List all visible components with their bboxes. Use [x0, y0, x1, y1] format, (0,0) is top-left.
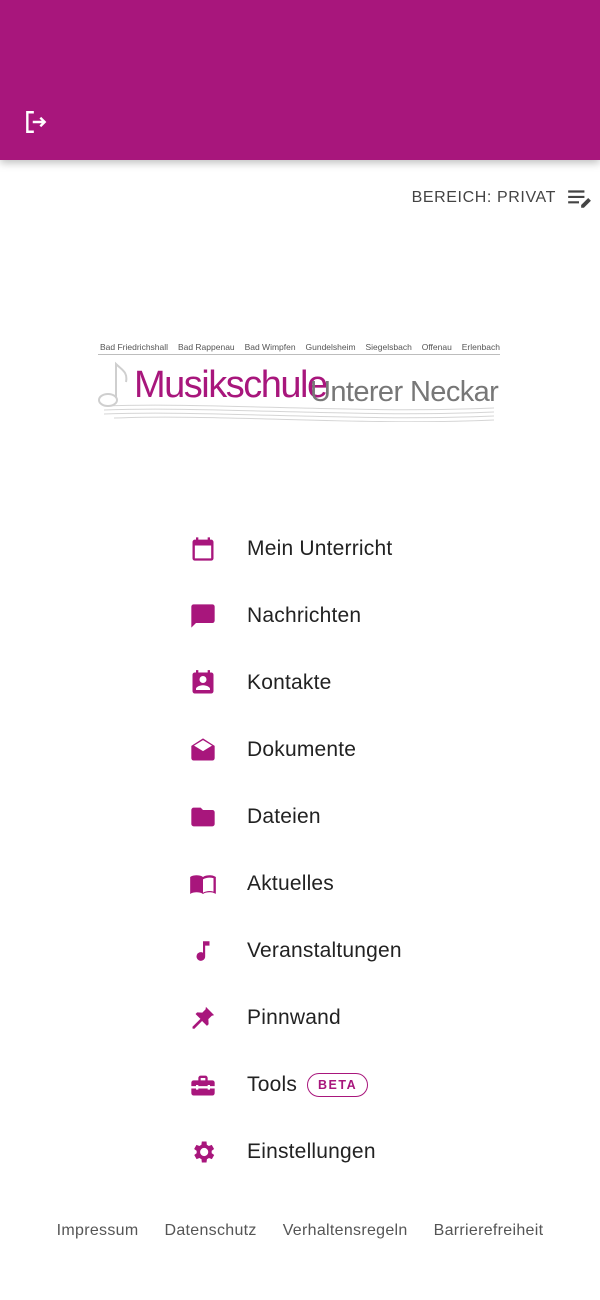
datenschutz-link[interactable]: Datenschutz: [164, 1222, 256, 1240]
menu-item-dokumente[interactable]: Dokumente: [180, 716, 500, 783]
logo-town: Offenau: [421, 342, 452, 352]
menu-label: Einstellungen: [247, 1139, 376, 1163]
folder-icon: [180, 794, 226, 840]
logo-town: Gundelsheim: [305, 342, 356, 352]
menu-label: Aktuelles: [247, 871, 335, 895]
menu-item-nachrichten[interactable]: Nachrichten: [180, 582, 500, 649]
menu-item-kontakte[interactable]: Kontakte: [180, 649, 500, 716]
calendar-icon: [180, 526, 226, 572]
logo-towns: Bad Friedrichshall Bad Rappenau Bad Wimp…: [100, 342, 500, 352]
music-note-logo-icon: [98, 361, 128, 407]
menu-item-aktuelles[interactable]: Aktuelles: [180, 850, 500, 917]
logo-title: Musikschule: [134, 364, 328, 406]
barrierefreiheit-link[interactable]: Barrierefreiheit: [434, 1222, 544, 1240]
menu-label: Kontakte: [247, 670, 332, 694]
menu-label: Pinnwand: [247, 1005, 341, 1029]
logo-town: Siegelsbach: [365, 342, 412, 352]
menu-label: Dateien: [247, 804, 321, 828]
logout-icon: [26, 111, 47, 133]
menu-item-einstellungen[interactable]: Einstellungen: [180, 1118, 500, 1185]
logo-town: Bad Rappenau: [177, 342, 235, 352]
menu-item-dateien[interactable]: Dateien: [180, 783, 500, 850]
menu-label: Tools: [247, 1072, 298, 1096]
verhaltensregeln-link[interactable]: Verhaltensregeln: [283, 1222, 408, 1240]
menu-item-veranstaltungen[interactable]: Veranstaltungen: [180, 917, 500, 984]
impressum-link[interactable]: Impressum: [57, 1222, 139, 1240]
toolbox-icon: [180, 1062, 226, 1108]
music-note-icon: [180, 928, 226, 974]
app-bar: [0, 0, 600, 160]
logo-town: Bad Wimpfen: [244, 342, 296, 352]
open-envelope-icon: [180, 727, 226, 773]
message-icon: [180, 593, 226, 639]
menu-label: Veranstaltungen: [247, 938, 402, 962]
contact-card-icon: [180, 660, 226, 706]
bereich-label: BEREICH: PRIVAT: [411, 189, 556, 206]
menu-item-pinnwand[interactable]: Pinnwand: [180, 984, 500, 1051]
footer: Impressum Datenschutz Verhaltensregeln B…: [0, 1222, 600, 1240]
gear-icon: [180, 1129, 226, 1175]
edit-list-icon: [568, 190, 591, 208]
school-logo: Bad Friedrichshall Bad Rappenau Bad Wimp…: [94, 338, 504, 422]
logout-button[interactable]: [20, 106, 52, 138]
menu-label: Mein Unterricht: [247, 536, 393, 560]
logo-divider: [98, 354, 500, 355]
menu-item-tools[interactable]: Tools BETA: [180, 1051, 500, 1118]
logo-subtitle: Unterer Neckar: [310, 376, 499, 408]
pin-icon: [180, 995, 226, 1041]
book-icon: [180, 861, 226, 907]
logo-town: Erlenbach: [461, 342, 500, 352]
bereich-switch[interactable]: BEREICH: PRIVAT: [412, 184, 592, 212]
beta-badge: BETA: [307, 1072, 369, 1097]
menu-item-mein-unterricht[interactable]: Mein Unterricht: [180, 515, 500, 582]
main-menu: Mein Unterricht Nachrichten Kontakte Dok…: [180, 515, 500, 1185]
menu-label: Nachrichten: [247, 603, 362, 627]
logo-town: Bad Friedrichshall: [100, 342, 169, 352]
menu-label: Dokumente: [247, 737, 357, 761]
